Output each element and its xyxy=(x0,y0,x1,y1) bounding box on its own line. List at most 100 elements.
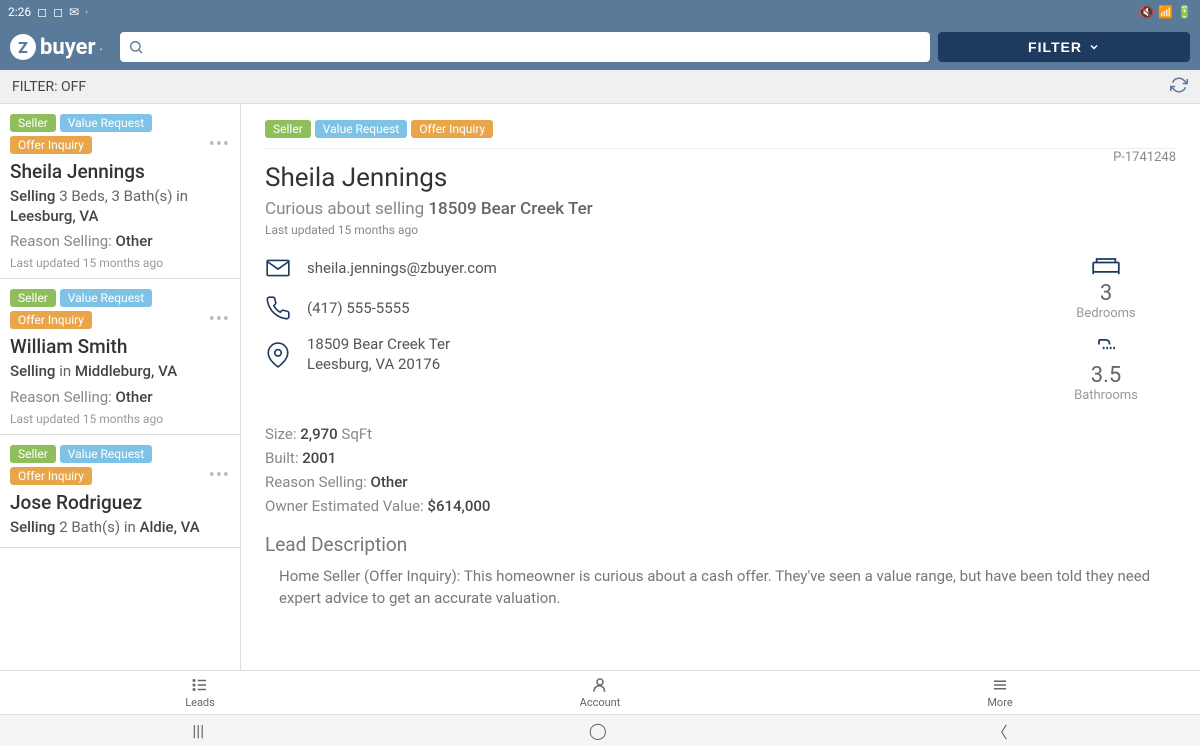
status-icon: ◻ xyxy=(53,5,63,19)
lead-updated: Last updated 15 months ago xyxy=(10,256,230,270)
refresh-button[interactable] xyxy=(1170,76,1188,98)
tag-seller: Seller xyxy=(10,289,56,307)
tab-more[interactable]: More xyxy=(800,671,1200,714)
address-row[interactable]: 18509 Bear Creek Ter Leesburg, VA 20176 xyxy=(265,335,996,374)
detail-subtitle-prefix: Curious about selling xyxy=(265,199,424,219)
selling-prefix: Selling xyxy=(10,362,55,380)
lead-updated: Last updated 15 months ago xyxy=(10,412,230,426)
address-line1: 18509 Bear Creek Ter xyxy=(307,335,450,355)
built-label: Built: xyxy=(265,449,298,467)
lead-location: Middleburg, VA xyxy=(75,362,177,380)
lead-description-text: Home Seller (Offer Inquiry): This homeow… xyxy=(265,566,1176,610)
reason-label: Reason Selling: xyxy=(10,232,112,250)
nav-back[interactable]: 〈 xyxy=(992,719,1008,743)
lead-list-item[interactable]: Seller Value Request Offer Inquiry ••• J… xyxy=(0,435,240,549)
selling-text: 2 Bath(s) in xyxy=(59,518,136,536)
tab-more-label: More xyxy=(987,696,1012,709)
filter-button-label: FILTER xyxy=(1028,39,1082,55)
search-container[interactable] xyxy=(120,32,930,62)
filter-label: FILTER: xyxy=(12,79,58,95)
tag-offer-inquiry: Offer Inquiry xyxy=(10,311,92,329)
filter-state: OFF xyxy=(61,79,86,95)
menu-icon xyxy=(990,676,1010,694)
android-nav-bar: ||| ◯ 〈 xyxy=(0,714,1200,746)
search-input[interactable] xyxy=(144,39,922,55)
lead-location: Aldie, VA xyxy=(140,518,200,536)
list-icon xyxy=(190,676,210,694)
phone-row[interactable]: (417) 555-5555 xyxy=(265,295,996,321)
status-icon: ✉ xyxy=(69,5,79,19)
tab-leads[interactable]: Leads xyxy=(0,671,400,714)
selling-prefix: Selling xyxy=(10,518,55,536)
bed-icon xyxy=(1092,255,1120,277)
tag-seller: Seller xyxy=(10,114,56,132)
phone-icon xyxy=(265,295,291,321)
phone-value: (417) 555-5555 xyxy=(307,299,410,317)
tab-account[interactable]: Account xyxy=(400,671,800,714)
bottom-tab-bar: Leads Account More xyxy=(0,670,1200,714)
filter-status-bar: FILTER: OFF xyxy=(0,70,1200,104)
tag-offer-inquiry: Offer Inquiry xyxy=(10,136,92,154)
status-icon: · xyxy=(85,5,88,19)
lead-list-sidebar[interactable]: Seller Value Request Offer Inquiry ••• S… xyxy=(0,104,241,670)
app-header: Z buyer. FILTER xyxy=(0,24,1200,70)
battery-icon: 🔋 xyxy=(1177,5,1192,19)
lead-name: Jose Rodriguez xyxy=(10,491,230,514)
tag-seller: Seller xyxy=(265,120,311,138)
detail-name: Sheila Jennings xyxy=(265,163,1176,193)
lead-description-title: Lead Description xyxy=(265,533,1176,556)
tag-value-request: Value Request xyxy=(60,114,152,132)
status-icon: ◻ xyxy=(37,5,47,19)
reason-value: Other xyxy=(371,473,408,491)
tag-value-request: Value Request xyxy=(60,289,152,307)
tab-leads-label: Leads xyxy=(185,696,215,709)
filter-button[interactable]: FILTER xyxy=(938,32,1190,62)
location-icon xyxy=(265,342,291,368)
bathrooms-stat: 3.5 Bathrooms xyxy=(1036,337,1176,403)
lead-name: Sheila Jennings xyxy=(10,160,230,183)
tag-offer-inquiry: Offer Inquiry xyxy=(10,467,92,485)
reason-value: Other xyxy=(116,388,153,406)
bedrooms-value: 3 xyxy=(1036,281,1176,306)
email-value: sheila.jennings@zbuyer.com xyxy=(307,259,497,277)
app-logo: Z buyer. xyxy=(10,34,102,60)
chevron-down-icon xyxy=(1088,41,1100,53)
selling-text: in xyxy=(59,362,71,380)
lead-list-item[interactable]: Seller Value Request Offer Inquiry ••• S… xyxy=(0,104,240,279)
user-icon xyxy=(590,676,610,694)
android-status-bar: 2:26 ◻ ◻ ✉ · 🔇 📶 🔋 xyxy=(0,0,1200,24)
tab-account-label: Account xyxy=(580,696,621,709)
mute-icon: 🔇 xyxy=(1139,5,1154,19)
shower-icon xyxy=(1092,337,1120,359)
size-label: Size: xyxy=(265,425,296,443)
nav-recents[interactable]: ||| xyxy=(192,721,204,740)
email-row[interactable]: sheila.jennings@zbuyer.com xyxy=(265,255,996,281)
refresh-icon xyxy=(1170,76,1188,94)
lead-name: William Smith xyxy=(10,335,230,358)
lead-location: Leesburg, VA xyxy=(10,207,99,225)
lead-item-menu[interactable]: ••• xyxy=(209,465,230,486)
size-value: 2,970 xyxy=(300,425,337,443)
reason-label: Reason Selling: xyxy=(10,388,112,406)
tag-seller: Seller xyxy=(10,445,56,463)
bedrooms-label: Bedrooms xyxy=(1036,306,1176,321)
tag-value-request: Value Request xyxy=(315,120,407,138)
nav-home[interactable]: ◯ xyxy=(589,721,607,740)
lead-detail-panel: Seller Value Request Offer Inquiry P-174… xyxy=(241,104,1200,670)
bathrooms-value: 3.5 xyxy=(1036,363,1176,388)
lead-item-menu[interactable]: ••• xyxy=(209,134,230,155)
tag-value-request: Value Request xyxy=(60,445,152,463)
lead-item-menu[interactable]: ••• xyxy=(209,309,230,330)
selling-prefix: Selling xyxy=(10,187,55,205)
owner-est-label: Owner Estimated Value: xyxy=(265,497,424,515)
detail-subtitle-address: 18509 Bear Creek Ter xyxy=(428,199,592,219)
bathrooms-label: Bathrooms xyxy=(1036,388,1176,403)
lead-list-item[interactable]: Seller Value Request Offer Inquiry ••• W… xyxy=(0,279,240,435)
status-time: 2:26 xyxy=(8,5,31,19)
lead-id: P-1741248 xyxy=(1113,150,1176,165)
mail-icon xyxy=(265,255,291,281)
tag-offer-inquiry: Offer Inquiry xyxy=(411,120,493,138)
selling-text: 3 Beds, 3 Bath(s) in xyxy=(59,187,188,205)
reason-value: Other xyxy=(116,232,153,250)
detail-updated: Last updated 15 months ago xyxy=(265,223,1176,237)
